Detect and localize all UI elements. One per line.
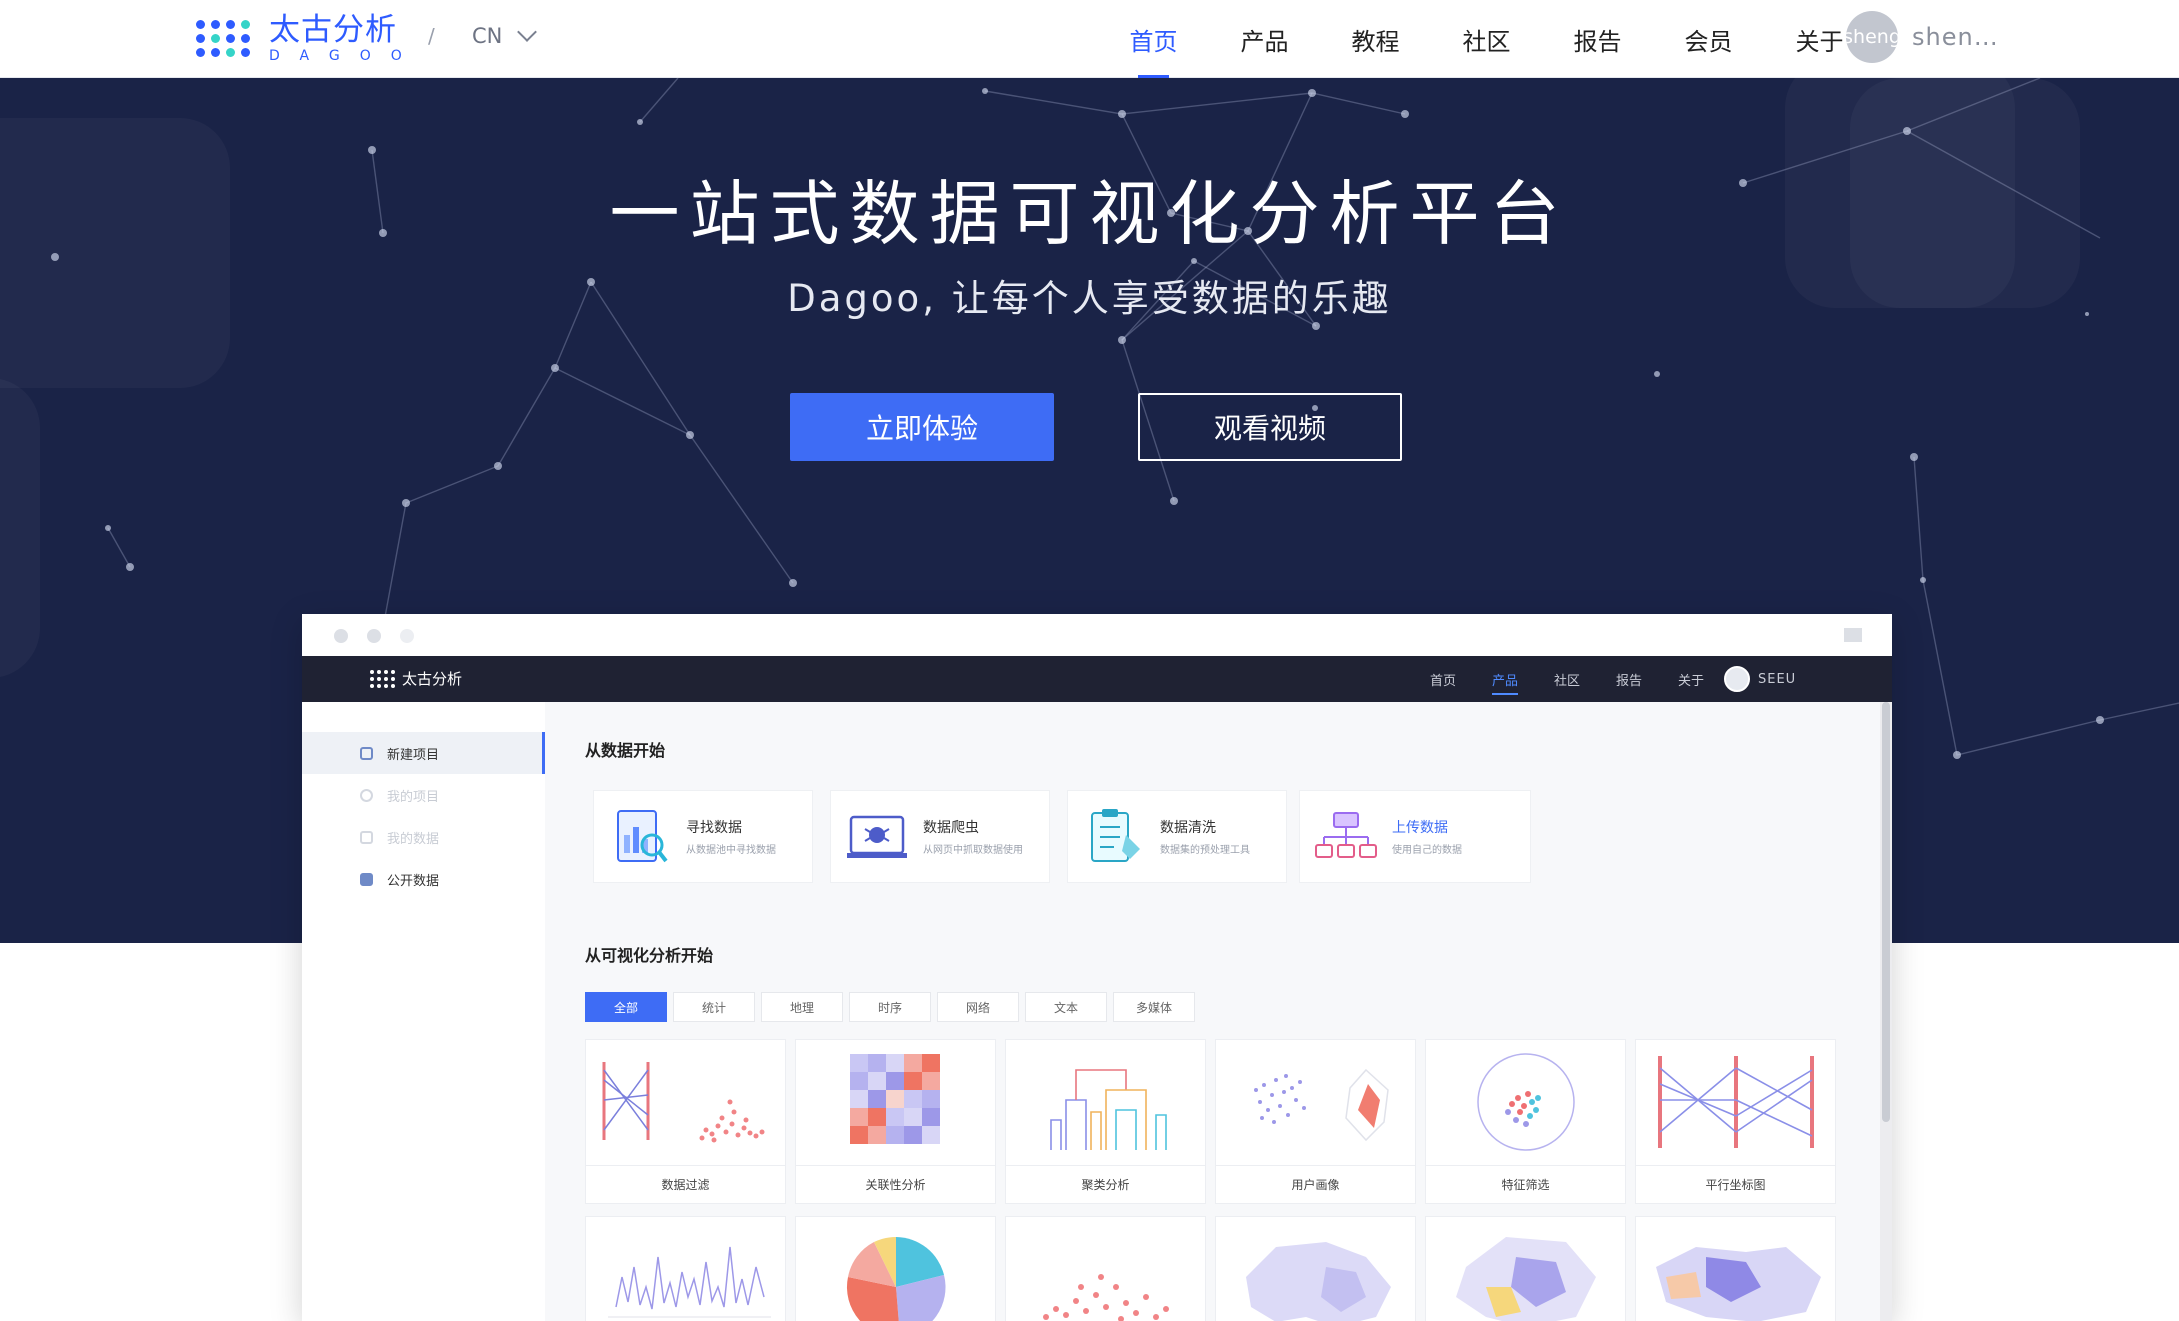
find-data-icon bbox=[617, 809, 668, 862]
preview-navbar: 太古分析 首页 产品 社区 报告 关于 SEEU bbox=[302, 656, 1892, 702]
preview-menu-item: 报告 bbox=[1615, 673, 1642, 689]
analysis-card bbox=[1635, 1216, 1836, 1321]
image-icon bbox=[360, 872, 373, 886]
language-selector[interactable]: CN bbox=[472, 22, 538, 48]
data-source-card: 数据清洗 数据集的预处理工具 bbox=[1067, 790, 1287, 883]
time-series-thumbnail bbox=[608, 1246, 771, 1318]
pie-chart-thumbnail bbox=[846, 1236, 946, 1321]
analysis-card: 特征筛选 bbox=[1425, 1039, 1626, 1204]
preview-tab: 统计 bbox=[673, 992, 755, 1022]
preview-tab: 网络 bbox=[937, 992, 1019, 1022]
user-persona-thumbnail bbox=[1254, 1068, 1389, 1142]
top-navbar: 太古分析 DAGOO / CN 首页 产品 教程 社区 报告 会员 关于 she… bbox=[0, 0, 2179, 78]
section-heading: 从数据开始 bbox=[585, 741, 666, 760]
analysis-card: 关联性分析 bbox=[795, 1039, 996, 1204]
preview-sidebar-item: 公开数据 bbox=[302, 858, 545, 900]
preview-tabs: 全部 统计 地理 时序 网络 文本 多媒体 bbox=[585, 992, 1195, 1022]
preview-body: 新建项目 我的项目 我的数据 公开数据 从数据开始 寻找数据 从数据池中寻找数据… bbox=[302, 702, 1892, 1321]
china-map-thumbnail bbox=[1246, 1242, 1391, 1321]
menu-item-membership[interactable]: 会员 bbox=[1653, 0, 1764, 78]
menu-item-community[interactable]: 社区 bbox=[1431, 0, 1542, 78]
preview-sidebar: 新建项目 我的项目 我的数据 公开数据 bbox=[302, 702, 545, 1321]
cluster-dendrogram-thumbnail bbox=[1050, 1069, 1167, 1150]
data-icon bbox=[360, 830, 373, 844]
window-dot-icon bbox=[400, 629, 414, 643]
analysis-card bbox=[1005, 1216, 1206, 1321]
cube-icon bbox=[360, 746, 373, 760]
preview-sidebar-item: 新建项目 bbox=[302, 732, 545, 774]
menu-item-home[interactable]: 首页 bbox=[1098, 0, 1209, 78]
hero-subtitle: Dagoo, 让每个人享受数据的乐趣 bbox=[787, 277, 1392, 320]
data-source-card: 数据爬虫 从网页中抓取数据使用 bbox=[830, 790, 1050, 883]
preview-window-chrome bbox=[302, 614, 1892, 656]
page: 太古分析 DAGOO / CN 首页 产品 教程 社区 报告 会员 关于 she… bbox=[0, 0, 2179, 1321]
watch-video-button[interactable]: 观看视频 bbox=[1138, 393, 1402, 461]
menu-item-tutorials[interactable]: 教程 bbox=[1320, 0, 1431, 78]
window-maximize-icon bbox=[1844, 628, 1862, 642]
analysis-card: 聚类分析 bbox=[1005, 1039, 1206, 1204]
section-heading: 从可视化分析开始 bbox=[585, 946, 714, 965]
preview-user: SEEU bbox=[1724, 666, 1796, 692]
language-label: CN bbox=[472, 24, 503, 48]
preview-menu-item: 社区 bbox=[1553, 673, 1580, 689]
app-preview-window: 太古分析 首页 产品 社区 报告 关于 SEEU 新建项目 我的项目 我的数据 … bbox=[302, 614, 1892, 1321]
user-menu[interactable]: sheng shen… bbox=[1846, 11, 1999, 63]
preview-logo: 太古分析 bbox=[370, 668, 462, 689]
window-dot-icon bbox=[334, 629, 348, 643]
preview-sidebar-item: 我的项目 bbox=[302, 774, 545, 816]
preview-tab: 全部 bbox=[585, 992, 667, 1022]
region-map-thumbnail bbox=[1456, 1237, 1596, 1321]
logo-name: 太古分析 bbox=[269, 12, 397, 48]
preview-menu: 首页 产品 社区 报告 关于 bbox=[1412, 656, 1722, 702]
parallel-coordinates-thumbnail bbox=[1658, 1056, 1814, 1148]
preview-scrollbar bbox=[1880, 702, 1892, 1321]
data-source-card: 寻找数据 从数据池中寻找数据 bbox=[593, 790, 813, 883]
hero-title: 一站式数据可视化分析平台 bbox=[609, 173, 1570, 255]
data-source-card: 上传数据 使用自己的数据 bbox=[1299, 790, 1531, 883]
logo-dots-icon bbox=[196, 19, 253, 57]
preview-logo-name: 太古分析 bbox=[402, 670, 463, 688]
language-separator: / bbox=[428, 24, 435, 48]
feature-radial-thumbnail bbox=[1477, 1053, 1575, 1151]
preview-tab: 文本 bbox=[1025, 992, 1107, 1022]
brand-logo[interactable]: 太古分析 DAGOO bbox=[196, 12, 422, 64]
preview-main: 从数据开始 寻找数据 从数据池中寻找数据 数据爬虫 从网页中抓取数据使用 数据清… bbox=[545, 702, 1880, 1321]
menu-item-reports[interactable]: 报告 bbox=[1542, 0, 1653, 78]
correlation-heatmap-thumbnail bbox=[850, 1054, 940, 1144]
analysis-card: 数据过滤 bbox=[585, 1039, 786, 1204]
scatter-thumbnail bbox=[1043, 1274, 1169, 1321]
analysis-card bbox=[585, 1216, 786, 1321]
crawler-icon bbox=[847, 815, 907, 858]
project-icon bbox=[360, 788, 373, 802]
filter-chart-thumbnail bbox=[602, 1062, 765, 1143]
logo-dots-icon bbox=[370, 669, 396, 688]
upload-data-icon bbox=[1315, 811, 1377, 858]
province-map-thumbnail bbox=[1656, 1247, 1821, 1321]
username[interactable]: shen… bbox=[1912, 23, 1999, 51]
menu-item-products[interactable]: 产品 bbox=[1209, 0, 1320, 78]
analysis-card: 平行坐标图 bbox=[1635, 1039, 1836, 1204]
window-dot-icon bbox=[367, 629, 381, 643]
preview-menu-item: 产品 bbox=[1474, 656, 1536, 702]
preview-tab: 时序 bbox=[849, 992, 931, 1022]
preview-menu-item: 关于 bbox=[1677, 673, 1704, 689]
avatar[interactable]: sheng bbox=[1846, 11, 1898, 63]
logo-subname: DAGOO bbox=[269, 48, 422, 64]
preview-menu-item: 首页 bbox=[1429, 673, 1456, 689]
preview-tab: 地理 bbox=[761, 992, 843, 1022]
chevron-down-icon bbox=[517, 22, 538, 42]
try-now-button[interactable]: 立即体验 bbox=[790, 393, 1054, 461]
preview-username: SEEU bbox=[1758, 671, 1797, 687]
preview-sidebar-item: 我的数据 bbox=[302, 816, 545, 858]
analysis-card bbox=[1425, 1216, 1626, 1321]
analysis-card bbox=[795, 1216, 996, 1321]
clean-data-icon bbox=[1091, 808, 1140, 862]
avatar bbox=[1724, 666, 1750, 692]
main-menu: 首页 产品 教程 社区 报告 会员 关于 bbox=[1098, 0, 1875, 78]
preview-tab: 多媒体 bbox=[1113, 992, 1195, 1022]
analysis-card bbox=[1215, 1216, 1416, 1321]
analysis-card: 用户画像 bbox=[1215, 1039, 1416, 1204]
